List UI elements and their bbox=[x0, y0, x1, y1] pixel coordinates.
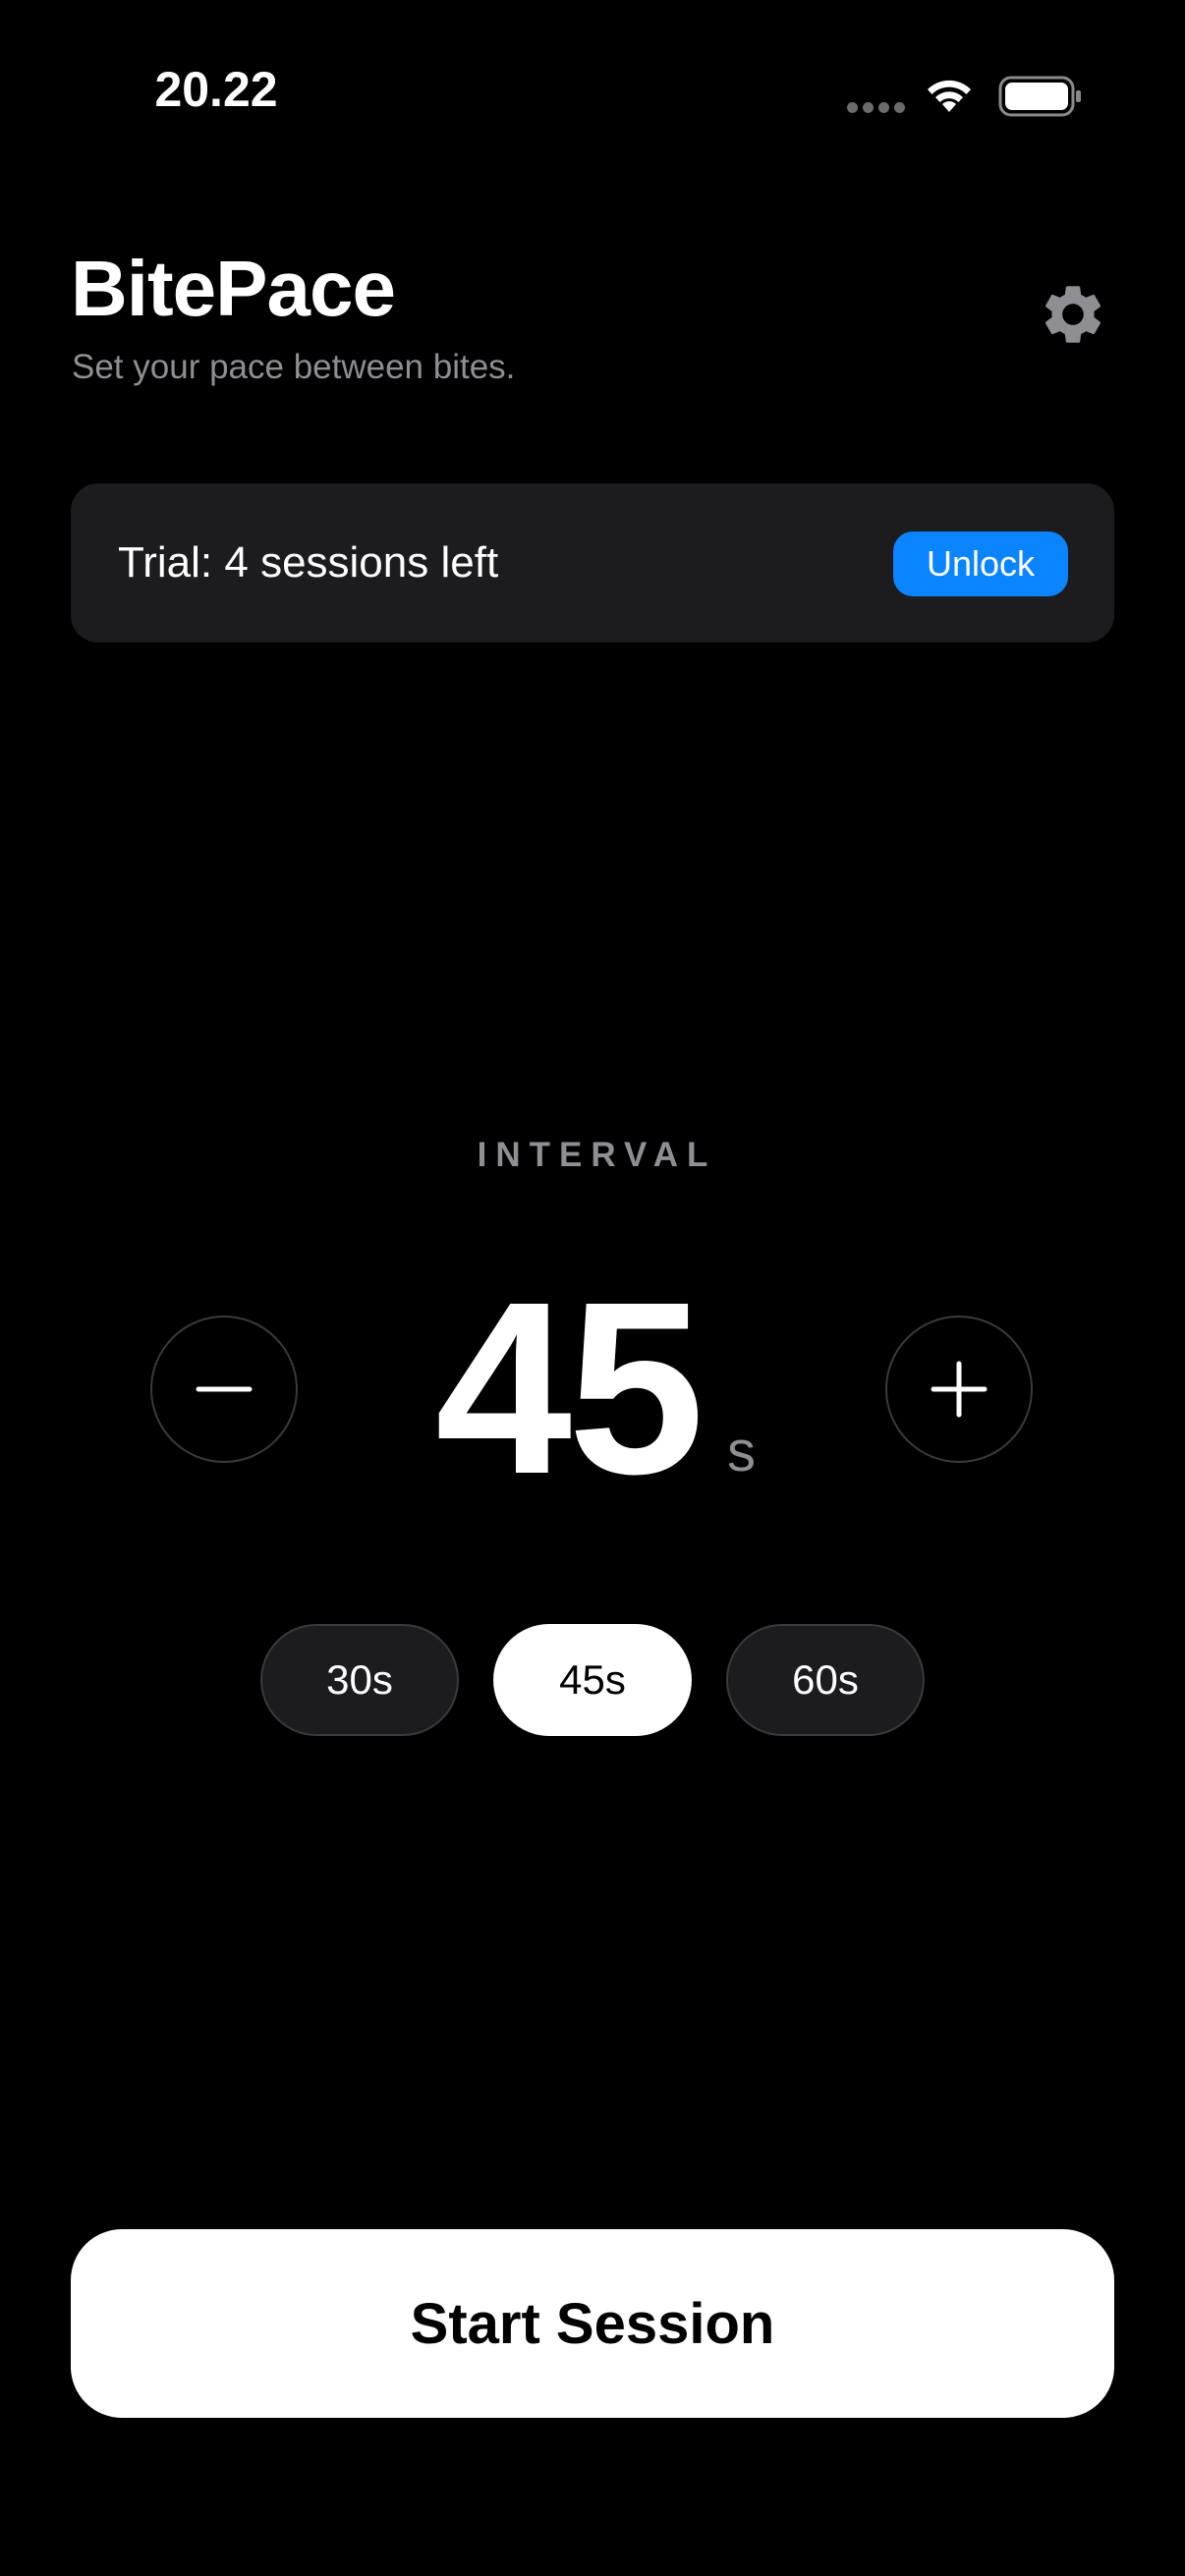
battery-icon bbox=[998, 76, 1081, 117]
decrease-interval-button[interactable] bbox=[150, 1316, 298, 1463]
app-subtitle: Set your pace between bites. bbox=[72, 348, 516, 386]
preset-60s-button[interactable]: 60s bbox=[726, 1624, 925, 1736]
preset-45s-button[interactable]: 45s bbox=[493, 1624, 692, 1736]
interval-label: INTERVAL bbox=[477, 1136, 717, 1174]
preset-30s-button[interactable]: 30s bbox=[260, 1624, 459, 1736]
wifi-icon bbox=[928, 80, 971, 112]
status-time: 20.22 bbox=[154, 62, 278, 117]
interval-value: 45 bbox=[434, 1251, 705, 1525]
cellular-signal-icon bbox=[847, 102, 905, 113]
plus-icon bbox=[931, 1361, 988, 1418]
app-title: BitePace bbox=[71, 245, 396, 332]
trial-status-text: Trial: 4 sessions left bbox=[118, 538, 499, 587]
start-session-button[interactable]: Start Session bbox=[71, 2229, 1114, 2418]
gear-icon bbox=[1044, 286, 1101, 343]
settings-button[interactable] bbox=[1036, 277, 1110, 352]
minus-icon bbox=[196, 1386, 253, 1392]
increase-interval-button[interactable] bbox=[885, 1316, 1033, 1463]
interval-unit: s bbox=[727, 1420, 756, 1484]
trial-card: Trial: 4 sessions left Unlock bbox=[71, 483, 1114, 643]
unlock-button[interactable]: Unlock bbox=[893, 532, 1068, 596]
